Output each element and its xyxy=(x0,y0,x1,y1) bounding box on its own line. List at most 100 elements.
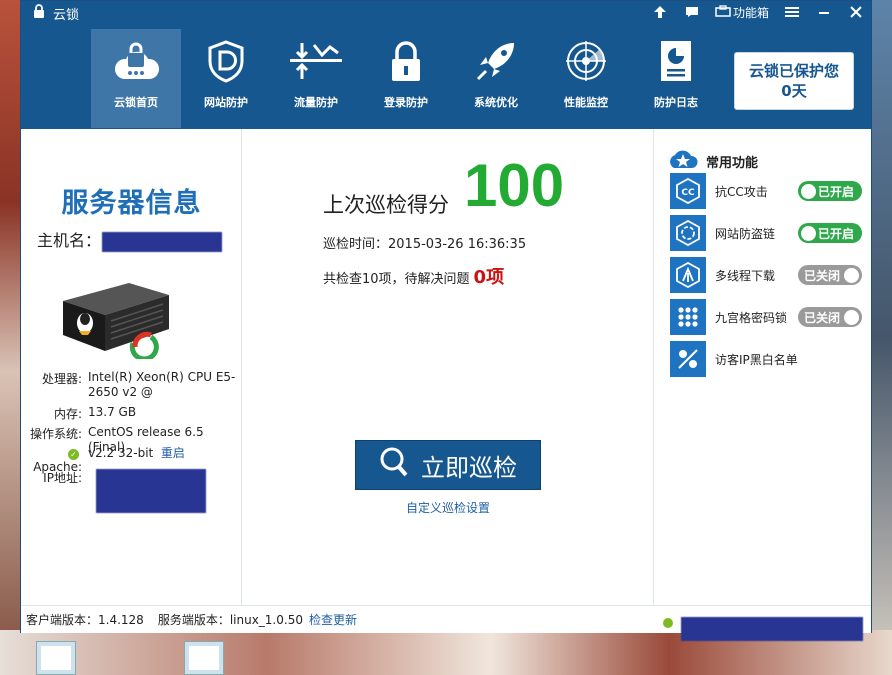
message-icon[interactable] xyxy=(683,3,701,21)
close-icon[interactable] xyxy=(847,3,865,21)
function-anti-leech: 网站防盗链 已开启 xyxy=(670,215,862,251)
toggle-state: 已关闭 xyxy=(804,268,841,283)
radar-icon xyxy=(564,39,608,94)
server-version: 服务端版本：linux_1.0.50 xyxy=(157,613,303,627)
cc-icon: CC xyxy=(670,173,706,209)
function-multithread-download: 多线程下载 已关闭 xyxy=(670,257,862,293)
toggle-knob xyxy=(844,309,859,325)
multithread-icon xyxy=(670,257,706,293)
score-value: 100 xyxy=(464,152,565,219)
toggle-switch[interactable]: 已开启 xyxy=(798,223,862,243)
app-title: 云锁 xyxy=(31,3,79,23)
nav-item-label: 性能监控 xyxy=(564,96,608,109)
nav-item-label: 网站防护 xyxy=(204,96,248,109)
memory-label: 内存: xyxy=(53,407,82,421)
app-window: 云锁 功能箱 云锁首页 网站防护 流量防护 登录防护 系统优化 性能监控 防护日… xyxy=(20,0,872,641)
nav-item-label: 云锁首页 xyxy=(114,96,158,109)
protection-days-box: 云锁已保护您 0天 xyxy=(734,52,854,110)
scan-time-label: 巡检时间： xyxy=(323,237,389,252)
toggle-state: 已开启 xyxy=(818,184,855,199)
function-name: 九宫格密码锁 xyxy=(715,310,788,325)
report-icon xyxy=(658,39,694,94)
ip-list-icon xyxy=(670,341,706,377)
traffic-icon xyxy=(288,39,344,94)
toggle-state: 已关闭 xyxy=(804,310,841,325)
common-functions-header: 常用功能 xyxy=(666,149,758,173)
toggle-switch[interactable]: 已关闭 xyxy=(798,307,862,327)
memory-value: 13.7 GB xyxy=(88,405,137,419)
toggle-switch[interactable]: 已开启 xyxy=(798,181,862,201)
scan-summary-row: 共检查10项，待解决问题 0项 xyxy=(323,263,504,289)
protection-days-line2: 0天 xyxy=(781,82,807,100)
grid-lock-icon xyxy=(670,299,706,335)
nav-item-protect-log[interactable]: 防护日志 xyxy=(631,29,721,128)
client-version: 客户端版本：1.4.128 xyxy=(26,613,144,627)
shield-d-icon xyxy=(206,39,246,94)
nav-item-home[interactable]: 云锁首页 xyxy=(91,29,181,128)
function-name: 多线程下载 xyxy=(715,268,776,283)
upgrade-icon[interactable] xyxy=(651,3,669,21)
nav-item-web-protect[interactable]: 网站防护 xyxy=(181,29,271,128)
function-grid-lock: 九宫格密码锁 已关闭 xyxy=(670,299,862,335)
apache-value: v2.2 32-bit xyxy=(88,446,154,460)
app-title-text: 云锁 xyxy=(53,7,80,23)
nav-item-system-optimize[interactable]: 系统优化 xyxy=(451,29,541,128)
protection-days-line1: 云锁已保护您 xyxy=(748,62,839,80)
hostname-redacted xyxy=(102,232,222,252)
minimize-icon[interactable] xyxy=(815,3,833,21)
function-ip-list[interactable]: 访客IP黑白名单 xyxy=(670,341,862,377)
common-functions-title: 常用功能 xyxy=(706,155,759,171)
check-update-link[interactable]: 检查更新 xyxy=(309,611,357,628)
ip-label: IP地址: xyxy=(43,471,82,485)
ip-row: IP地址: xyxy=(21,469,88,486)
app-logo-icon xyxy=(31,3,47,23)
ip-redacted xyxy=(96,469,206,513)
svg-text:CC: CC xyxy=(681,188,695,198)
nav-item-login-protect[interactable]: 登录防护 xyxy=(361,29,451,128)
title-bar-controls: 功能箱 xyxy=(651,1,865,23)
toggle-knob xyxy=(801,225,816,241)
cpu-row: 处理器: Intel(R) Xeon(R) CPU E5-2650 v2 @ xyxy=(21,370,238,400)
function-name: 抗CC攻击 xyxy=(715,184,768,199)
link-guard-icon xyxy=(670,215,706,251)
check-ok-icon: ✓ xyxy=(68,449,79,460)
toggle-state: 已开启 xyxy=(818,226,855,241)
search-icon xyxy=(379,446,409,484)
desktop-screenshot-icon[interactable] xyxy=(184,641,224,675)
scan-time-value: 2015-03-26 16:36:35 xyxy=(388,237,527,252)
cpu-value: Intel(R) Xeon(R) CPU E5-2650 v2 @ xyxy=(88,370,236,399)
nav-item-label: 登录防护 xyxy=(384,96,428,109)
toggle-knob xyxy=(801,183,816,199)
cpu-label: 处理器: xyxy=(41,372,82,386)
desktop-file-icon[interactable] xyxy=(36,641,76,675)
scan-summary-text: 共检查10项，待解决问题 xyxy=(323,272,470,287)
scan-settings-link[interactable]: 自定义巡检设置 xyxy=(355,499,541,516)
hostname-label: 主机名： xyxy=(37,231,102,250)
nav-item-traffic-protect[interactable]: 流量防护 xyxy=(271,29,361,128)
title-bar: 云锁 功能箱 云锁首页 网站防护 流量防护 登录防护 系统优化 性能监控 防护日… xyxy=(21,1,871,129)
lock-icon xyxy=(388,39,424,94)
server-illustration xyxy=(59,271,171,363)
nav-item-label: 系统优化 xyxy=(474,96,518,109)
cloud-star-icon xyxy=(666,149,700,173)
online-status-dot xyxy=(663,618,673,628)
common-functions-panel: 常用功能 CC 抗CC攻击 已开启 网站防盗链 已开启 多线程下载 已关闭 九宫… xyxy=(653,129,871,605)
menu-icon[interactable] xyxy=(783,3,801,21)
account-redacted xyxy=(681,617,863,641)
cloud-lock-icon xyxy=(112,39,160,94)
toggle-knob xyxy=(844,267,859,283)
toolbox-label: 功能箱 xyxy=(732,5,769,20)
server-info-panel: 服务器信息 主机名： 处理器: Intel(R) Xeon(R) CPU E5-… xyxy=(21,129,242,605)
scan-now-button[interactable]: 立即巡检 xyxy=(355,440,541,490)
issues-count: 0项 xyxy=(473,267,505,288)
scan-time-row: 巡检时间：2015-03-26 16:36:35 xyxy=(323,233,526,252)
nav-item-performance[interactable]: 性能监控 xyxy=(541,29,631,128)
desktop-background-left xyxy=(0,0,22,675)
scan-now-label: 立即巡检 xyxy=(421,453,517,482)
toolbox-button[interactable]: 功能箱 xyxy=(715,4,769,21)
server-info-title: 服务器信息 xyxy=(61,188,202,219)
rocket-icon xyxy=(474,39,518,94)
restart-link[interactable]: 重启 xyxy=(161,446,185,460)
score-label: 上次巡检得分 xyxy=(323,193,449,217)
toggle-switch[interactable]: 已关闭 xyxy=(798,265,862,285)
